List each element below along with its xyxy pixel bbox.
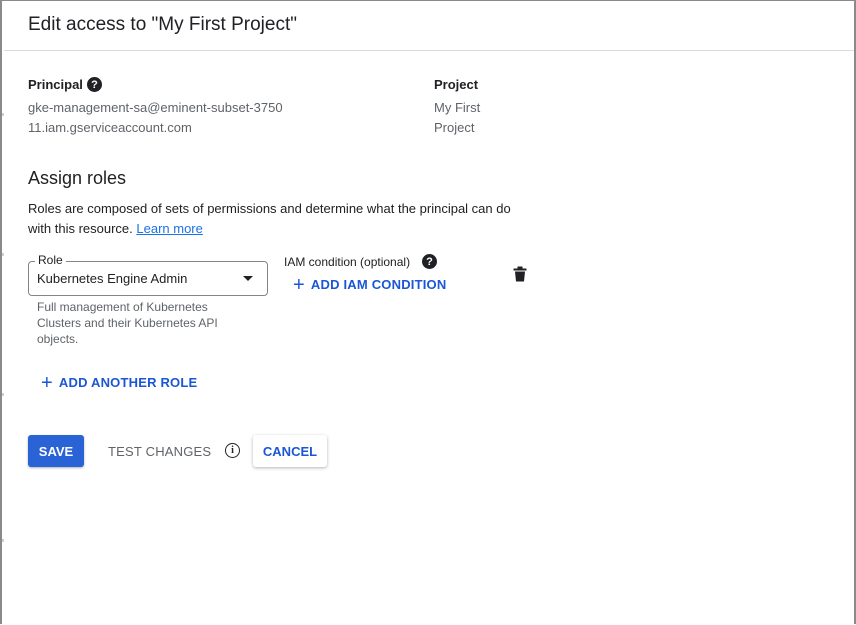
assign-roles-description-text: Roles are composed of sets of permission… — [28, 201, 511, 236]
cancel-button[interactable]: CANCEL — [253, 435, 327, 467]
add-iam-condition-button[interactable]: + ADD IAM CONDITION — [293, 273, 447, 296]
role-hint: Full management of Kubernetes Clusters a… — [37, 300, 218, 346]
help-icon[interactable]: ? — [87, 77, 102, 92]
dialog-header: Edit access to "My First Project" — [4, 2, 854, 51]
trash-icon[interactable] — [513, 266, 527, 282]
principal-label: Principal — [28, 77, 83, 92]
plus-icon: + — [41, 371, 53, 394]
test-changes-button[interactable]: TEST CHANGES — [108, 435, 211, 467]
plus-icon: + — [293, 273, 305, 296]
assign-roles-title: Assign roles — [28, 168, 127, 188]
help-icon[interactable]: ? — [422, 254, 437, 269]
add-iam-condition-label: ADD IAM CONDITION — [310, 277, 447, 292]
left-edge-ticks — [2, 1, 4, 625]
role-select[interactable]: Role Kubernetes Engine Admin — [28, 253, 268, 296]
principal-value: gke-management-sa@eminent-subset-375011.… — [28, 100, 283, 135]
chevron-down-icon — [243, 276, 253, 281]
info-icon[interactable]: i — [225, 443, 240, 458]
add-another-role-label: ADD ANOTHER ROLE — [58, 375, 198, 390]
assign-roles-description: Roles are composed of sets of permission… — [28, 199, 528, 239]
project-label: Project — [434, 77, 479, 92]
add-another-role-button[interactable]: + ADD ANOTHER ROLE — [41, 371, 198, 394]
save-button[interactable]: SAVE — [28, 435, 84, 467]
role-select-label: Role — [35, 253, 66, 267]
iam-condition-label: IAM condition (optional) — [284, 255, 411, 269]
project-value: My First Project — [434, 100, 481, 135]
dialog-title: Edit access to "My First Project" — [28, 14, 297, 35]
dialog: Edit access to "My First Project" Princi… — [0, 0, 856, 624]
role-select-value: Kubernetes Engine Admin — [37, 271, 188, 286]
learn-more-link[interactable]: Learn more — [136, 221, 202, 236]
